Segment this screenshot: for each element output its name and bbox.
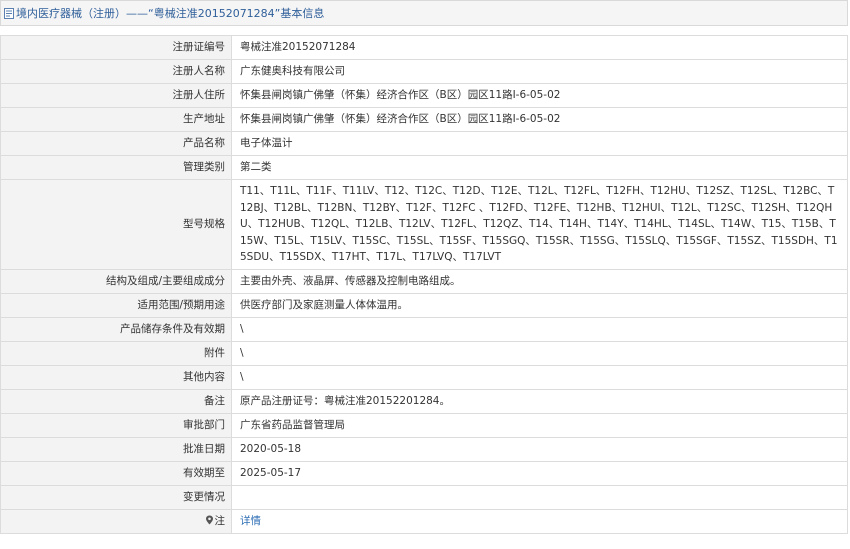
- field-value: 2020-05-18: [231, 436, 848, 462]
- field-label: 变更情况: [0, 484, 232, 510]
- field-label: 备注: [0, 388, 232, 414]
- field-value: 电子体温计: [231, 131, 848, 156]
- field-label: 批准日期: [0, 436, 232, 462]
- table-row: 适用范围/预期用途 供医疗部门及家庭测量人体体温用。: [0, 292, 848, 318]
- field-label: 型号规格: [0, 179, 232, 270]
- table-row: 有效期至 2025-05-17: [0, 460, 848, 486]
- table-row: 管理类别 第二类: [0, 155, 848, 180]
- document-icon: [4, 7, 14, 19]
- field-label: 审批部门: [0, 412, 232, 438]
- field-value: [231, 484, 848, 510]
- table-row: 注册人名称 广东健奥科技有限公司: [0, 59, 848, 84]
- field-value: 第二类: [231, 155, 848, 180]
- field-label: 适用范围/预期用途: [0, 292, 232, 318]
- table-row: 产品名称 电子体温计: [0, 131, 848, 156]
- field-label: 产品储存条件及有效期: [0, 316, 232, 342]
- field-value: \: [231, 364, 848, 390]
- field-value: 广东健奥科技有限公司: [231, 59, 848, 84]
- field-value: 怀集县闸岗镇广佛肇（怀集）经济合作区（B区）园区11路I-6-05-02: [231, 107, 848, 132]
- table-row: 型号规格 T11、T11L、T11F、T11LV、T12、T12C、T12D、T…: [0, 179, 848, 270]
- details-link[interactable]: 详情: [240, 515, 261, 527]
- note-label: 注: [0, 508, 232, 534]
- field-value: 供医疗部门及家庭测量人体体温用。: [231, 292, 848, 318]
- table-row: 备注 原产品注册证号：粤械注准20152201284。: [0, 388, 848, 414]
- field-value: 2025-05-17: [231, 460, 848, 486]
- table-row: 批准日期 2020-05-18: [0, 436, 848, 462]
- field-label: 其他内容: [0, 364, 232, 390]
- field-label: 产品名称: [0, 131, 232, 156]
- detail-table: 注册证编号 粤械注准20152071284 注册人名称 广东健奥科技有限公司 注…: [0, 35, 848, 534]
- field-value: 怀集县闸岗镇广佛肇（怀集）经济合作区（B区）园区11路I-6-05-02: [231, 83, 848, 108]
- table-row: 注 详情: [0, 508, 848, 534]
- field-value: 主要由外壳、液晶屏、传感器及控制电路组成。: [231, 268, 848, 294]
- table-row: 注册人住所 怀集县闸岗镇广佛肇（怀集）经济合作区（B区）园区11路I-6-05-…: [0, 83, 848, 108]
- field-label: 注册证编号: [0, 35, 232, 60]
- table-row: 结构及组成/主要组成成分 主要由外壳、液晶屏、传感器及控制电路组成。: [0, 268, 848, 294]
- table-row: 注册证编号 粤械注准20152071284: [0, 35, 848, 60]
- field-value: 广东省药品监督管理局: [231, 412, 848, 438]
- field-value: T11、T11L、T11F、T11LV、T12、T12C、T12D、T12E、T…: [231, 179, 848, 270]
- page-header: 境内医疗器械（注册）——“粤械注准20152071284”基本信息: [0, 0, 848, 26]
- field-value: 原产品注册证号：粤械注准20152201284。: [231, 388, 848, 414]
- table-row: 附件 \: [0, 340, 848, 366]
- field-value: \: [231, 340, 848, 366]
- table-row: 审批部门 广东省药品监督管理局: [0, 412, 848, 438]
- page-title: 境内医疗器械（注册）——“粤械注准20152071284”基本信息: [16, 7, 325, 20]
- field-value: \: [231, 316, 848, 342]
- field-label: 注册人名称: [0, 59, 232, 84]
- field-label: 有效期至: [0, 460, 232, 486]
- field-label: 附件: [0, 340, 232, 366]
- note-label-text: 注: [214, 515, 226, 528]
- field-label: 管理类别: [0, 155, 232, 180]
- table-row: 产品储存条件及有效期 \: [0, 316, 848, 342]
- field-value: 粤械注准20152071284: [231, 35, 848, 60]
- table-row: 其他内容 \: [0, 364, 848, 390]
- field-value: 详情: [231, 508, 848, 534]
- map-pin-icon: [205, 515, 213, 525]
- table-row: 变更情况: [0, 484, 848, 510]
- field-label: 生产地址: [0, 107, 232, 132]
- field-label: 注册人住所: [0, 83, 232, 108]
- table-row: 生产地址 怀集县闸岗镇广佛肇（怀集）经济合作区（B区）园区11路I-6-05-0…: [0, 107, 848, 132]
- field-label: 结构及组成/主要组成成分: [0, 268, 232, 294]
